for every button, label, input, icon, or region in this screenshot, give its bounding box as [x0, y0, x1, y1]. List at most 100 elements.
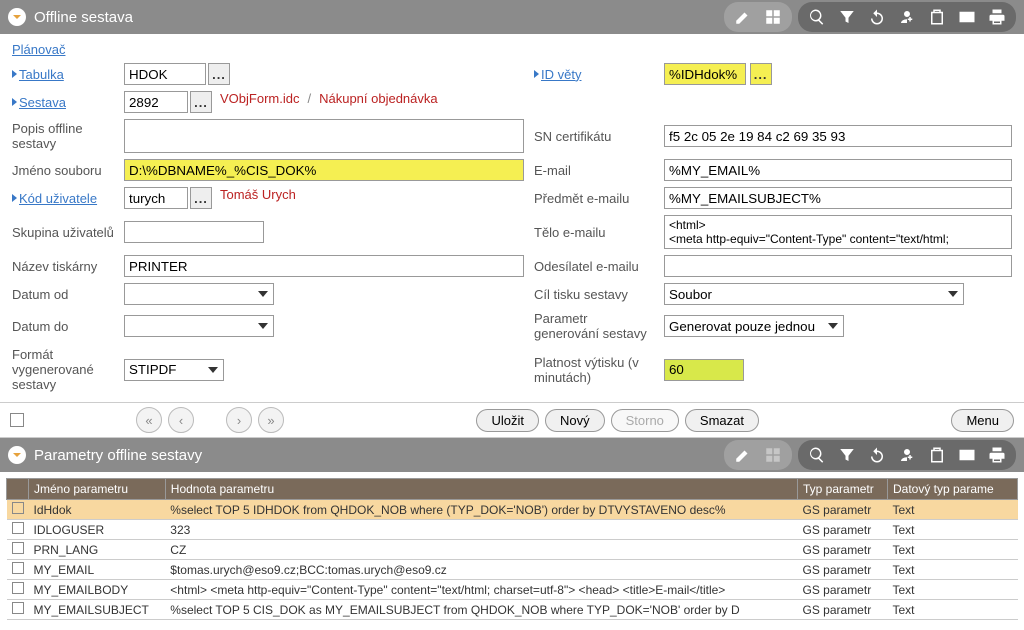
label-sn: SN certifikátu: [534, 129, 654, 144]
row-checkbox[interactable]: [12, 542, 24, 554]
label-cil: Cíl tisku sestavy: [534, 287, 654, 302]
collapse-icon[interactable]: [8, 8, 26, 26]
label-datum-od: Datum od: [12, 287, 114, 302]
panel2-title: Parametry offline sestavy: [34, 447, 724, 464]
filter-icon-2[interactable]: [834, 442, 860, 468]
odesilatel-input[interactable]: [664, 255, 1012, 277]
sestava-input[interactable]: [124, 91, 188, 113]
breadcrumb[interactable]: Plánovač: [12, 42, 65, 57]
label-telo: Tělo e-mailu: [534, 225, 654, 240]
table-row[interactable]: IDLOGUSER323GS parametrText: [7, 520, 1018, 540]
label-sestava[interactable]: Sestava: [12, 95, 114, 110]
sestava-desc: Nákupní objednávka: [319, 91, 438, 106]
edit-icon[interactable]: [730, 4, 756, 30]
row-value: <html> <meta http-equiv="Content-Type" c…: [165, 580, 797, 600]
label-email: E-mail: [534, 163, 654, 178]
id-vety-input[interactable]: [664, 63, 746, 85]
row-value: $tomas.urych@eso9.cz;BCC:tomas.urych@eso…: [165, 560, 797, 580]
email-input[interactable]: [664, 159, 1012, 181]
predmet-input[interactable]: [664, 187, 1012, 209]
panel-header-main: Offline sestava: [0, 0, 1024, 34]
col-typ[interactable]: Typ parametr: [798, 479, 888, 500]
tabulka-input[interactable]: [124, 63, 206, 85]
refresh-icon[interactable]: [864, 4, 890, 30]
search-icon-2[interactable]: [804, 442, 830, 468]
menu-button[interactable]: Menu: [951, 409, 1014, 432]
row-name: MY_EMAILBODY: [29, 580, 166, 600]
label-format: Formát vygenerované sestavy: [12, 347, 114, 392]
save-button[interactable]: Uložit: [476, 409, 539, 432]
label-kod-uzivatele[interactable]: Kód uživatele: [12, 191, 114, 206]
refresh-icon-2[interactable]: [864, 442, 890, 468]
form-area: Plánovač Tabulka ... ID věty ... Sestava…: [0, 34, 1024, 402]
label-id-vety[interactable]: ID věty: [534, 67, 654, 82]
grid-icon[interactable]: [760, 4, 786, 30]
tabulka-lookup[interactable]: ...: [208, 63, 230, 85]
collapse-icon-2[interactable]: [8, 446, 26, 464]
popis-input[interactable]: [124, 119, 524, 153]
row-name: IDLOGUSER: [29, 520, 166, 540]
label-tiskarna: Název tiskárny: [12, 259, 114, 274]
next-button[interactable]: ›: [226, 407, 252, 433]
label-tabulka[interactable]: Tabulka: [12, 67, 114, 82]
sn-input[interactable]: [664, 125, 1012, 147]
sestava-lookup[interactable]: ...: [190, 91, 212, 113]
parametr-gen-select[interactable]: [664, 315, 844, 337]
clipboard-icon-2[interactable]: [924, 442, 950, 468]
first-button[interactable]: «: [136, 407, 162, 433]
row-checkbox[interactable]: [12, 502, 24, 514]
tiskarna-input[interactable]: [124, 255, 524, 277]
prev-button[interactable]: ‹: [168, 407, 194, 433]
filter-icon[interactable]: [834, 4, 860, 30]
edit-icon-2[interactable]: [730, 442, 756, 468]
table-row[interactable]: PRN_LANGCZGS parametrText: [7, 540, 1018, 560]
row-name: MY_EMAILSUBJECT: [29, 600, 166, 620]
row-checkbox[interactable]: [12, 522, 24, 534]
row-typ: GS parametr: [798, 560, 888, 580]
last-button[interactable]: »: [258, 407, 284, 433]
row-checkbox[interactable]: [12, 582, 24, 594]
row-typ: GS parametr: [798, 520, 888, 540]
telo-input[interactable]: [664, 215, 1012, 249]
row-checkbox[interactable]: [12, 602, 24, 614]
print-icon-2[interactable]: [984, 442, 1010, 468]
user-add-icon-2[interactable]: [894, 442, 920, 468]
col-dtyp[interactable]: Datový typ parame: [888, 479, 1018, 500]
table-row[interactable]: MY_EMAILSUBJECT%select TOP 5 CIS_DOK as …: [7, 600, 1018, 620]
table-row[interactable]: MY_EMAIL$tomas.urych@eso9.cz;BCC:tomas.u…: [7, 560, 1018, 580]
delete-button[interactable]: Smazat: [685, 409, 759, 432]
mail-icon[interactable]: [954, 4, 980, 30]
mail-icon-2[interactable]: [954, 442, 980, 468]
select-all-checkbox[interactable]: [10, 413, 24, 427]
user-add-icon[interactable]: [894, 4, 920, 30]
new-button[interactable]: Nový: [545, 409, 605, 432]
col-jmeno[interactable]: Jméno parametru: [29, 479, 166, 500]
cil-select[interactable]: [664, 283, 964, 305]
toolbar-pill-actions: [798, 2, 1016, 32]
col-hodnota[interactable]: Hodnota parametru: [165, 479, 797, 500]
row-dtyp: Text: [888, 520, 1018, 540]
table-row[interactable]: IdHdok%select TOP 5 IDHDOK from QHDOK_NO…: [7, 500, 1018, 520]
row-checkbox[interactable]: [12, 562, 24, 574]
table-row[interactable]: MY_EMAILBODY<html> <meta http-equiv="Con…: [7, 580, 1018, 600]
label-popis: Popis offline sestavy: [12, 121, 114, 151]
row-dtyp: Text: [888, 500, 1018, 520]
id-vety-lookup[interactable]: ...: [750, 63, 772, 85]
datum-do-input[interactable]: [124, 315, 274, 337]
skupina-input[interactable]: [124, 221, 264, 243]
grid-icon-2: [760, 442, 786, 468]
datum-od-input[interactable]: [124, 283, 274, 305]
kod-uzivatele-input[interactable]: [124, 187, 188, 209]
platnost-input[interactable]: [664, 359, 744, 381]
row-name: MY_EMAIL: [29, 560, 166, 580]
clipboard-icon[interactable]: [924, 4, 950, 30]
panel-header-params: Parametry offline sestavy: [0, 438, 1024, 472]
search-icon[interactable]: [804, 4, 830, 30]
print-icon[interactable]: [984, 4, 1010, 30]
format-select[interactable]: [124, 359, 224, 381]
label-skupina: Skupina uživatelů: [12, 225, 114, 240]
jmeno-souboru-input[interactable]: [124, 159, 524, 181]
label-predmet: Předmět e-mailu: [534, 191, 654, 206]
label-datum-do: Datum do: [12, 319, 114, 334]
kod-uzivatele-lookup[interactable]: ...: [190, 187, 212, 209]
